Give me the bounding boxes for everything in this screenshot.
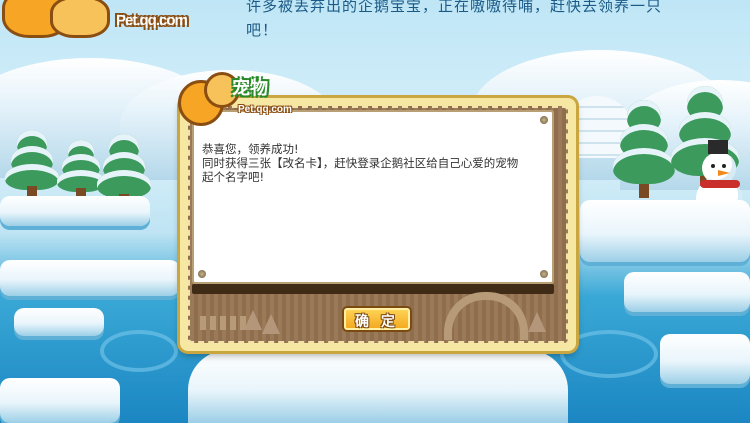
ice-floe — [14, 308, 104, 336]
ice-floe — [0, 378, 120, 423]
intro-line-2: 吧！ — [246, 21, 279, 39]
tree-decoration — [244, 310, 262, 330]
pine-tree — [612, 100, 676, 198]
ice-floe — [580, 200, 750, 262]
intro-line-1: 许多被丢弃出的企鹅宝宝，正在嗷嗷待哺，赶快去领养一只 — [246, 0, 663, 15]
message-line: 同时获得三张【改名卡】，赶快登录企鹅社区给自己心爱的宠物 — [202, 156, 519, 170]
message-line: 起个名字吧! — [202, 170, 265, 184]
intro-text: 许多被丢弃出的企鹅宝宝，正在嗷嗷待哺，赶快去领养一只 吧！ — [246, 0, 726, 42]
bolt-icon — [198, 270, 206, 278]
confirm-button[interactable]: 确 定 — [342, 306, 412, 332]
dialog-footer: 确 定 — [192, 292, 554, 340]
bolt-icon — [540, 116, 548, 124]
pet-qq-dialog-logo: 宠物 Pet.qq.com — [174, 66, 292, 130]
dialog-message-panel: 恭喜您，领养成功! 同时获得三张【改名卡】，赶快登录企鹅社区给自己心爱的宠物 起… — [192, 110, 554, 284]
bolt-icon — [540, 270, 548, 278]
message-line: 恭喜您，领养成功! — [202, 142, 299, 156]
ice-floe — [0, 196, 150, 226]
dialog-logo-domain: Pet.qq.com — [238, 104, 292, 115]
tree-decoration — [528, 312, 546, 332]
pine-tree — [4, 130, 60, 200]
dialog-logo-title: 宠物 — [232, 78, 268, 99]
arch-decoration — [444, 292, 528, 340]
ice-floe — [0, 260, 180, 296]
ice-floe — [660, 334, 750, 384]
ice-floe — [188, 350, 568, 423]
tree-decoration — [262, 314, 280, 334]
dialog-message: 恭喜您，领养成功! 同时获得三张【改名卡】，赶快登录企鹅社区给自己心爱的宠物 起… — [202, 142, 542, 184]
ice-floe — [624, 272, 750, 312]
water-swirl — [100, 330, 178, 372]
pet-qq-logo[interactable]: Pet.qq.com — [0, 0, 210, 42]
dialog-divider — [192, 284, 554, 294]
logo-domain: Pet.qq.com — [116, 12, 188, 29]
adoption-success-dialog: 恭喜您，领养成功! 同时获得三张【改名卡】，赶快登录企鹅社区给自己心爱的宠物 起… — [180, 98, 576, 351]
